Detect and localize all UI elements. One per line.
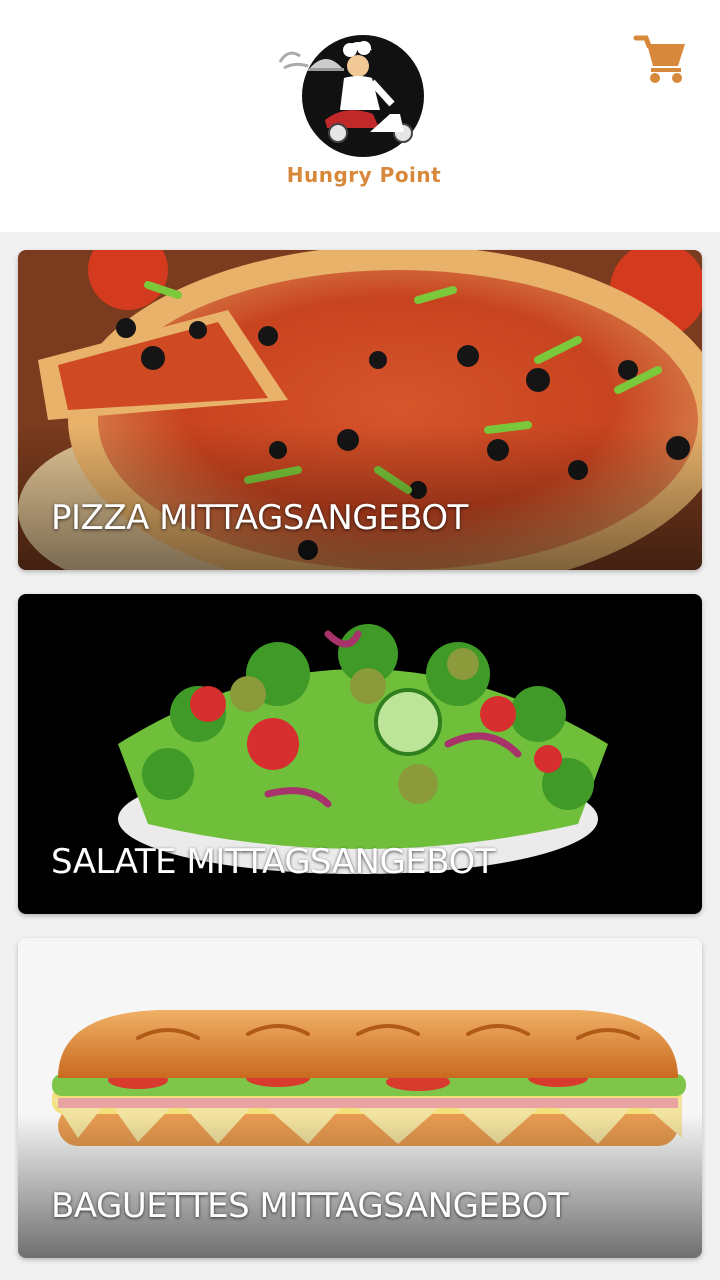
category-title: BAGUETTES MITTAGSANGEBOT <box>51 1186 569 1226</box>
cart-button[interactable] <box>632 30 688 86</box>
category-title: SALATE MITTAGSANGEBOT <box>51 842 496 882</box>
category-card-pizza[interactable]: PIZZA MITTAGSANGEBOT <box>18 250 702 570</box>
category-title: PIZZA MITTAGSANGEBOT <box>51 498 468 538</box>
category-card-baguette[interactable]: BAGUETTES MITTAGSANGEBOT <box>18 938 702 1258</box>
delivery-chef-logo-icon <box>278 35 424 157</box>
shopping-cart-icon <box>633 35 685 83</box>
app-header: Hungry Point <box>0 0 720 232</box>
category-card-salad[interactable]: SALATE MITTAGSANGEBOT <box>18 594 702 914</box>
brand-name: Hungry Point <box>286 163 442 187</box>
hungry-point-logo[interactable]: Hungry Point <box>270 22 450 192</box>
